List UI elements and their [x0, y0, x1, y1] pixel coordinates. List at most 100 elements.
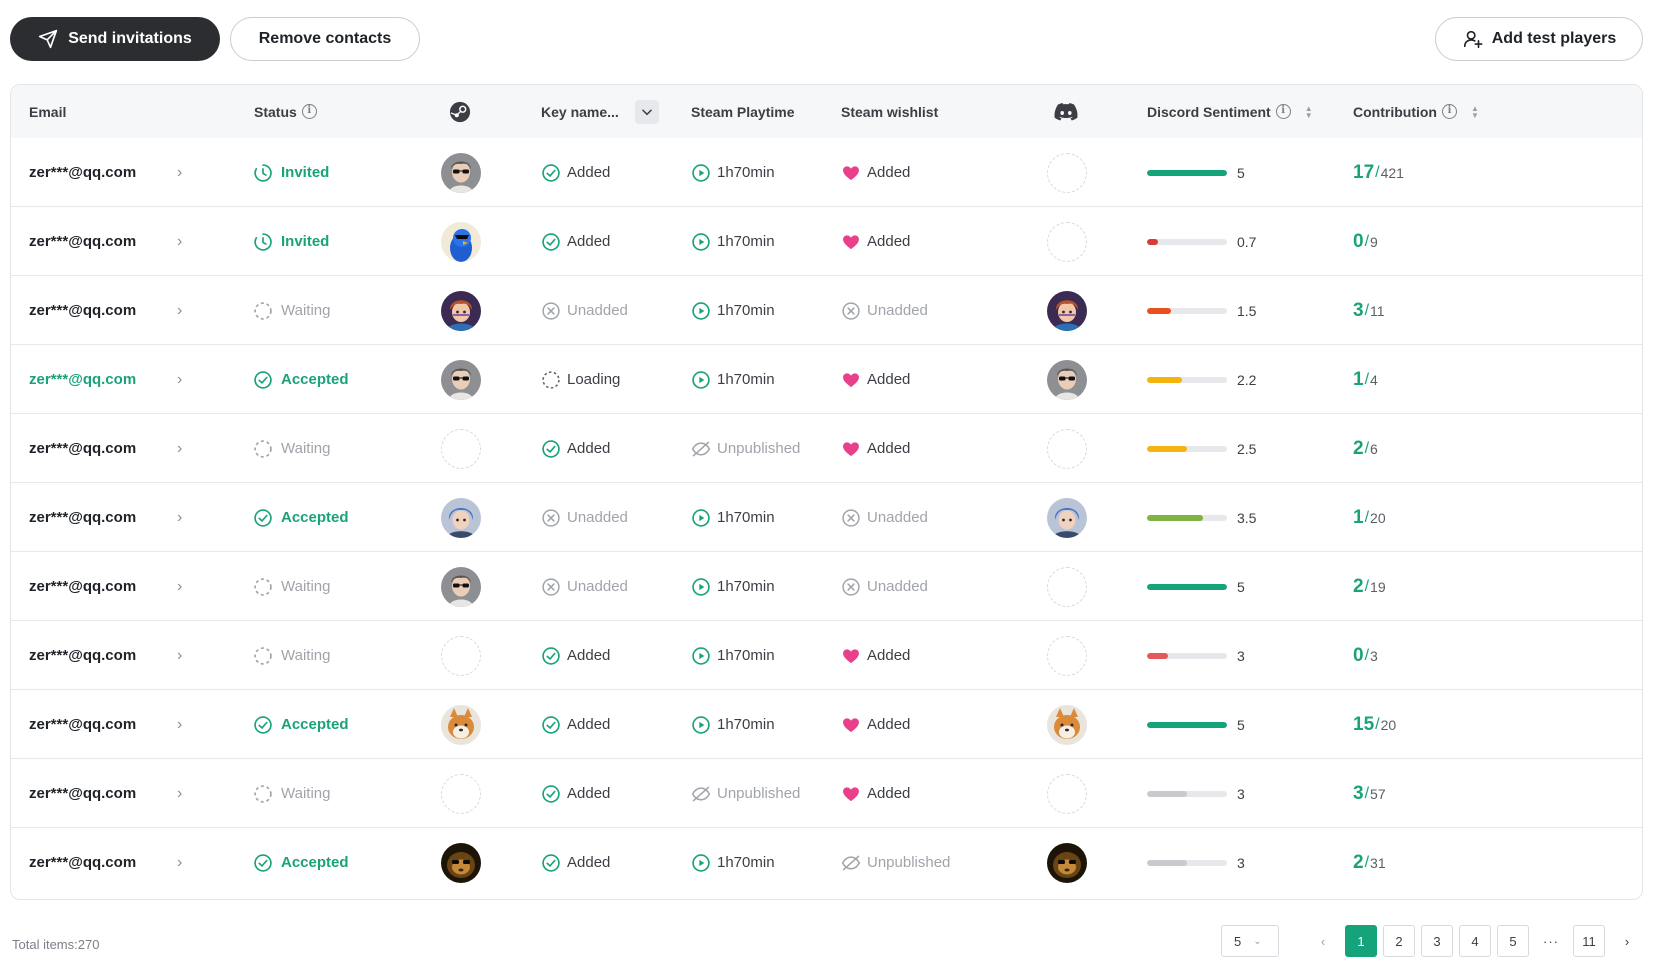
info-icon[interactable]: i: [1441, 104, 1457, 119]
info-icon[interactable]: i: [1275, 104, 1291, 119]
email-cell[interactable]: zer***@qq.com: [29, 552, 136, 621]
key-cell: Added: [541, 828, 610, 897]
column-discord: [1054, 85, 1078, 138]
table-row[interactable]: zer***@qq.com › Waiting Added 1h70min Ad…: [11, 621, 1642, 690]
key-cell: Added: [541, 414, 610, 483]
status-text: Waiting: [281, 647, 331, 664]
sentiment-bar-fill: [1147, 721, 1227, 728]
discord-avatar[interactable]: [1047, 842, 1087, 883]
email-cell[interactable]: zer***@qq.com: [29, 621, 136, 690]
steam-avatar[interactable]: [441, 221, 481, 262]
table-row[interactable]: zer***@qq.com › Accepted Added 1h70min A…: [11, 690, 1642, 759]
expand-row-button[interactable]: ›: [177, 414, 182, 483]
expand-row-button[interactable]: ›: [177, 138, 182, 207]
remove-contacts-button[interactable]: Remove contacts: [230, 17, 420, 61]
sort-icon[interactable]: ▲ ▼: [1305, 104, 1313, 119]
table-row[interactable]: zer***@qq.com › Waiting Unadded 1h70min …: [11, 552, 1642, 621]
wishlist-text: Unadded: [867, 302, 928, 319]
contribution-total: 3: [1370, 647, 1378, 664]
expand-row-button[interactable]: ›: [177, 345, 182, 414]
table-row[interactable]: zer***@qq.com › Waiting Unadded 1h70min …: [11, 276, 1642, 345]
key-status-text: Unadded: [567, 578, 628, 595]
play-circle-icon: [692, 301, 710, 320]
table-row[interactable]: zer***@qq.com › Accepted Added 1h70min U…: [11, 828, 1642, 897]
key-dropdown-toggle[interactable]: [634, 99, 659, 124]
page-button[interactable]: 5: [1497, 925, 1529, 957]
column-status: Status i: [254, 85, 317, 138]
table-row[interactable]: zer***@qq.com › Invited Added 1h70min Ad…: [11, 138, 1642, 207]
key-cell: Unadded: [541, 483, 628, 552]
discord-avatar-cell: [1047, 483, 1087, 552]
playtime-cell: 1h70min: [691, 828, 775, 897]
email-cell[interactable]: zer***@qq.com: [29, 414, 136, 483]
add-test-players-button[interactable]: Add test players: [1435, 17, 1643, 61]
key-cell: Loading: [541, 345, 620, 414]
info-icon[interactable]: i: [301, 104, 317, 119]
chevron-right-icon: ›: [177, 715, 183, 733]
discord-avatar[interactable]: [1047, 290, 1087, 331]
discord-avatar-cell: [1047, 828, 1087, 897]
steam-avatar[interactable]: [441, 497, 481, 538]
sentiment-bar-fill: [1147, 238, 1159, 245]
chevron-right-icon: ›: [1624, 933, 1630, 949]
page-button-last[interactable]: 11: [1573, 925, 1605, 957]
table-row[interactable]: zer***@qq.com › Waiting Added Unpublishe…: [11, 414, 1642, 483]
table-row[interactable]: zer***@qq.com › Accepted Loading 1h70min…: [11, 345, 1642, 414]
table-row[interactable]: zer***@qq.com › Invited Added 1h70min Ad…: [11, 207, 1642, 276]
steam-avatar[interactable]: [441, 290, 481, 331]
send-invitations-button[interactable]: Send invitations: [10, 17, 220, 61]
steam-avatar[interactable]: [441, 842, 481, 883]
expand-row-button[interactable]: ›: [177, 483, 182, 552]
sentiment-cell: 3: [1147, 759, 1245, 828]
check-circle-icon: [254, 715, 272, 734]
steam-avatar[interactable]: [441, 152, 481, 193]
email-cell[interactable]: zer***@qq.com: [29, 345, 136, 414]
expand-row-button[interactable]: ›: [177, 759, 182, 828]
status-cell: Waiting: [253, 552, 330, 621]
page-size-select[interactable]: 5 ⌄: [1221, 925, 1279, 957]
status-cell: Accepted: [253, 690, 349, 759]
steam-avatar-empty: [441, 428, 481, 469]
sentiment-bar: [1147, 169, 1227, 176]
expand-row-button[interactable]: ›: [177, 828, 182, 897]
discord-avatar-empty: [1047, 428, 1087, 469]
page-button[interactable]: 3: [1421, 925, 1453, 957]
email-cell[interactable]: zer***@qq.com: [29, 828, 136, 897]
send-icon: [39, 29, 58, 49]
expand-row-button[interactable]: ›: [177, 207, 182, 276]
steam-avatar[interactable]: [441, 566, 481, 607]
email-cell[interactable]: zer***@qq.com: [29, 138, 136, 207]
sentiment-cell: 5: [1147, 690, 1245, 759]
steam-avatar[interactable]: [441, 359, 481, 400]
expand-row-button[interactable]: ›: [177, 276, 182, 345]
playtime-text: 1h70min: [717, 302, 775, 319]
play-circle-icon: [692, 370, 710, 389]
heart-icon: [843, 648, 859, 663]
page-button[interactable]: 1: [1345, 925, 1377, 957]
playtime-cell: Unpublished: [691, 759, 800, 828]
table-row[interactable]: zer***@qq.com › Accepted Unadded 1h70min…: [11, 483, 1642, 552]
pagination-ellipsis[interactable]: ···: [1535, 925, 1567, 957]
email-cell[interactable]: zer***@qq.com: [29, 690, 136, 759]
discord-avatar[interactable]: [1047, 497, 1087, 538]
discord-avatar[interactable]: [1047, 704, 1087, 745]
next-page-button[interactable]: ›: [1611, 925, 1643, 957]
table-row[interactable]: zer***@qq.com › Waiting Added Unpublishe…: [11, 759, 1642, 828]
sentiment-value: 3: [1237, 854, 1245, 871]
email-cell[interactable]: zer***@qq.com: [29, 207, 136, 276]
steam-avatar[interactable]: [441, 704, 481, 745]
play-circle-icon: [692, 163, 710, 182]
expand-row-button[interactable]: ›: [177, 552, 182, 621]
discord-avatar[interactable]: [1047, 359, 1087, 400]
page-button[interactable]: 4: [1459, 925, 1491, 957]
sentiment-value: 5: [1237, 578, 1245, 595]
clock-icon: [254, 163, 272, 182]
email-cell[interactable]: zer***@qq.com: [29, 483, 136, 552]
sort-icon[interactable]: ▲ ▼: [1471, 104, 1479, 119]
prev-page-button[interactable]: ‹: [1307, 925, 1339, 957]
expand-row-button[interactable]: ›: [177, 690, 182, 759]
email-cell[interactable]: zer***@qq.com: [29, 276, 136, 345]
page-button[interactable]: 2: [1383, 925, 1415, 957]
email-cell[interactable]: zer***@qq.com: [29, 759, 136, 828]
expand-row-button[interactable]: ›: [177, 621, 182, 690]
